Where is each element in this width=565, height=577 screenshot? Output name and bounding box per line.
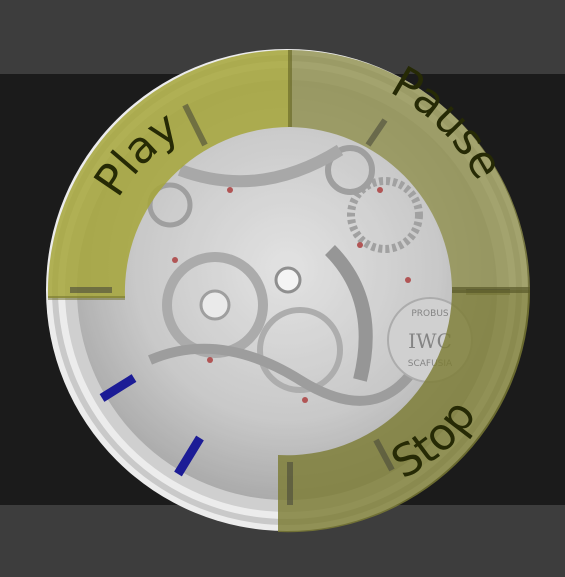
radial-menu: PROBUS IWC SCAFUSIA Play Pause Stop	[46, 49, 531, 533]
